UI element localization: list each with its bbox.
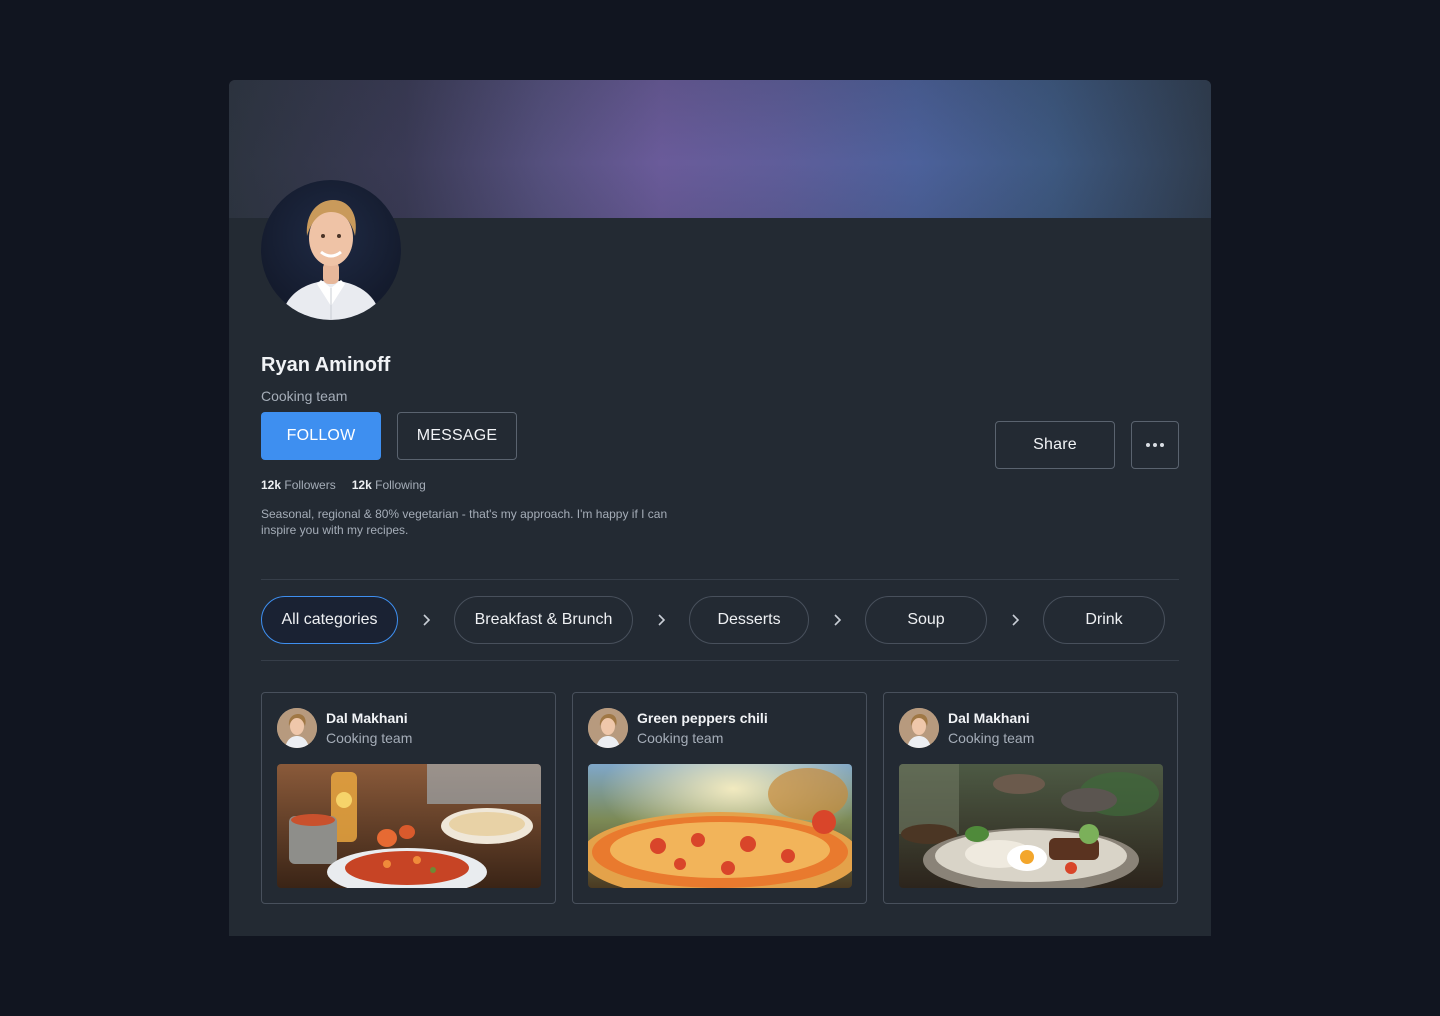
followers-label: Followers <box>284 478 336 492</box>
recipe-author: Cooking team <box>637 730 724 746</box>
category-chip-desserts[interactable]: Desserts <box>689 596 809 644</box>
profile-stats: 12k Followers 12k Following <box>261 478 426 492</box>
following-label: Following <box>375 478 426 492</box>
recipe-card[interactable]: Dal Makhani Cooking team <box>883 692 1178 904</box>
avatar <box>588 708 628 748</box>
category-chip-breakfast[interactable]: Breakfast & Brunch <box>454 596 633 644</box>
profile-bio: Seasonal, regional & 80% vegetarian - th… <box>261 507 668 537</box>
recipe-author: Cooking team <box>948 730 1035 746</box>
divider <box>261 660 1179 661</box>
follow-button[interactable]: FOLLOW <box>261 412 381 460</box>
recipe-card[interactable]: Dal Makhani Cooking team <box>261 692 556 904</box>
followers-count: 12k <box>261 478 282 492</box>
recipe-title: Dal Makhani <box>948 710 1030 726</box>
more-options-button[interactable] <box>1131 421 1179 469</box>
profile-role: Cooking team <box>261 388 348 404</box>
chevron-right-icon <box>423 614 431 626</box>
recipe-title: Dal Makhani <box>326 710 408 726</box>
chevron-right-icon <box>1012 614 1020 626</box>
chevron-right-icon <box>658 614 666 626</box>
profile-name: Ryan Aminoff <box>261 354 391 376</box>
followers-stat[interactable]: 12k Followers <box>261 478 336 492</box>
message-button[interactable]: MESSAGE <box>397 412 517 460</box>
recipe-author: Cooking team <box>326 730 413 746</box>
recipe-card[interactable]: Green peppers chili Cooking team <box>572 692 867 904</box>
recipe-image <box>588 764 852 888</box>
chevron-right-icon <box>834 614 842 626</box>
category-chip-drink[interactable]: Drink <box>1043 596 1165 644</box>
more-horizontal-icon <box>1146 443 1164 447</box>
profile-avatar <box>261 180 401 320</box>
category-chip-all[interactable]: All categories <box>261 596 398 644</box>
profile-card: Ryan Aminoff Cooking team FOLLOW MESSAGE… <box>229 80 1211 936</box>
avatar <box>899 708 939 748</box>
avatar <box>277 708 317 748</box>
recipe-title: Green peppers chili <box>637 710 768 726</box>
category-chip-soup[interactable]: Soup <box>865 596 987 644</box>
share-button[interactable]: Share <box>995 421 1115 469</box>
divider <box>261 579 1179 580</box>
following-count: 12k <box>351 478 372 492</box>
following-stat[interactable]: 12k Following <box>352 478 426 492</box>
recipe-image <box>899 764 1163 888</box>
recipe-image <box>277 764 541 888</box>
